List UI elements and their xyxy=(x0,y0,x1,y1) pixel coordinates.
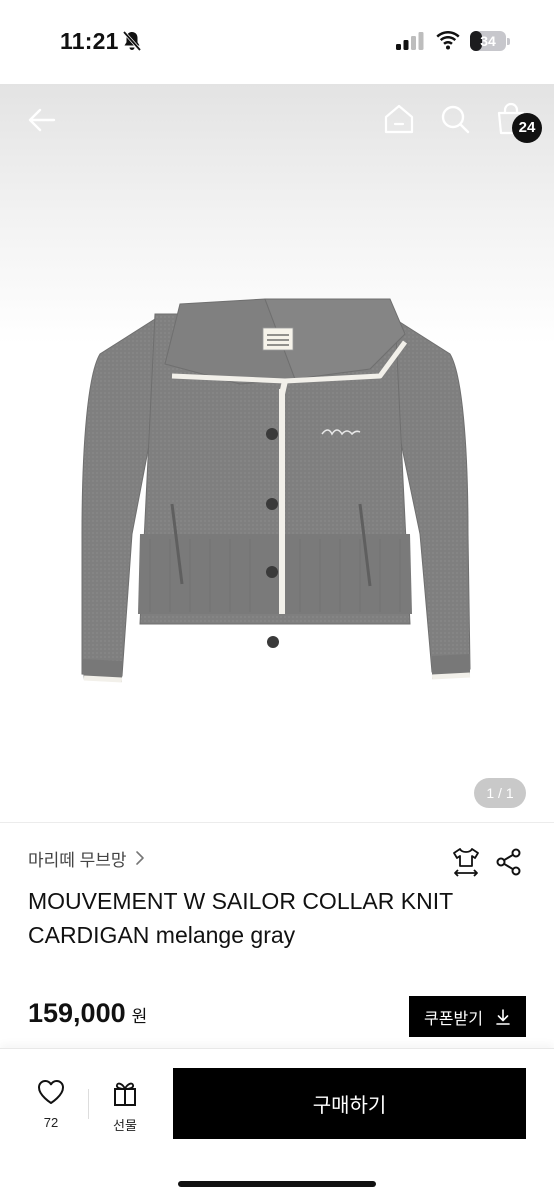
coupon-button-label: 쿠폰받기 xyxy=(424,1010,483,1028)
bar-divider xyxy=(88,1089,89,1119)
home-indicator xyxy=(178,1181,376,1187)
cardigan-product-image xyxy=(81,298,471,683)
back-arrow-icon[interactable] xyxy=(26,104,58,136)
product-title: MOUVEMENT W SAILOR COLLAR KNIT CARDIGAN … xyxy=(28,888,453,948)
status-bar: 11:21 34 xyxy=(0,0,554,84)
brand-name: 마리떼 무브망 xyxy=(28,850,127,870)
download-coupon-button[interactable]: 쿠폰받기 xyxy=(409,996,526,1037)
bottom-action-bar: 72 선물 구매하기 xyxy=(0,1048,554,1200)
brand-link[interactable]: 마리떼 무브망 xyxy=(28,846,147,870)
download-icon xyxy=(496,1008,510,1025)
price-row: 159,000 원 xyxy=(28,998,147,1034)
cellular-signal-icon xyxy=(396,32,424,50)
share-icon[interactable] xyxy=(495,848,523,876)
like-button[interactable]: 72 xyxy=(24,1079,78,1139)
battery-indicator: 34 xyxy=(470,31,510,51)
chevron-right-icon xyxy=(135,851,144,865)
section-divider xyxy=(0,822,554,823)
wifi-icon xyxy=(436,31,460,50)
gift-label: 선물 xyxy=(113,1118,137,1133)
heart-icon xyxy=(38,1080,64,1104)
battery-tip xyxy=(507,38,510,45)
home-icon[interactable] xyxy=(382,102,416,136)
image-counter: 1 / 1 xyxy=(474,778,526,808)
product-image-gallery[interactable]: 1 / 1 xyxy=(0,84,554,822)
buy-button[interactable]: 구매하기 xyxy=(173,1068,526,1139)
size-guide-icon[interactable] xyxy=(450,846,482,878)
status-time: 11:21 xyxy=(60,28,119,54)
like-count: 72 xyxy=(43,1115,59,1130)
bell-off-icon xyxy=(122,30,142,52)
product-price: 159,000 xyxy=(28,998,126,1028)
search-icon[interactable] xyxy=(438,102,472,136)
currency-unit: 원 xyxy=(131,1007,148,1026)
battery-percentage: 34 xyxy=(480,33,496,49)
cart-count-badge: 24 xyxy=(512,113,542,143)
gift-button[interactable]: 선물 xyxy=(98,1079,152,1139)
gift-icon xyxy=(114,1082,136,1106)
